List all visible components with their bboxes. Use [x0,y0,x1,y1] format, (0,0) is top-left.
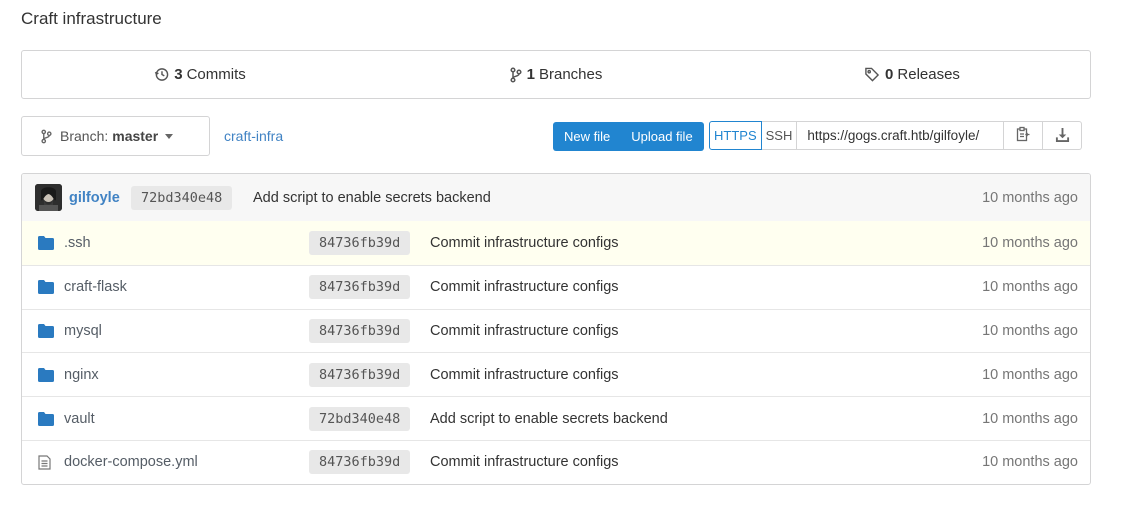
folder-icon [38,280,54,295]
releases-label: Releases [897,66,960,83]
copy-url-button[interactable] [1004,121,1044,150]
branch-selector[interactable]: Branch: master [21,116,210,156]
file-commit-sha-link[interactable]: 84736fb39d [309,318,411,343]
git-branch-icon [41,129,52,144]
commit-message[interactable]: Add script to enable secrets backend [253,190,491,206]
commits-link[interactable]: 3 Commits [22,51,378,98]
file-name-link[interactable]: .ssh [64,235,91,251]
git-branch-icon [510,66,522,83]
upload-file-button[interactable]: Upload file [620,122,703,151]
table-row: vault 72bd340e48 Add script to enable secr… [22,396,1090,440]
avatar[interactable] [35,184,62,211]
clone-url-input[interactable] [797,121,1005,150]
latest-commit-row: gilfoyle 72bd340e48 Add script to enable… [22,174,1090,221]
file-table: gilfoyle 72bd340e48 Add script to enable… [21,173,1091,485]
commits-label: Commits [186,66,246,83]
file-commit-age: 10 months ago [982,234,1078,251]
table-row: docker-compose.yml 84736fb39d Commit infra… [22,439,1090,484]
file-commit-age: 10 months ago [982,454,1078,471]
commit-age: 10 months ago [982,189,1078,206]
file-commit-sha-link[interactable]: 84736fb39d [309,450,411,475]
table-row: mysql 84736fb39d Commit infrastructure con… [22,308,1090,353]
path-breadcrumb[interactable]: craft-infra [224,128,283,144]
download-button[interactable] [1043,121,1083,150]
file-name-link[interactable]: vault [64,411,95,427]
file-commit-message[interactable]: Commit infrastructure configs [430,235,619,251]
releases-count: 0 [885,66,894,83]
file-name-link[interactable]: craft-flask [64,279,127,295]
commit-sha-link[interactable]: 72bd340e48 [131,185,233,210]
table-row: .ssh 84736fb39d Commit infrastructure conf… [22,221,1090,265]
clipboard-icon [1016,126,1030,145]
branches-label: Branches [538,66,603,83]
file-name-link[interactable]: nginx [64,367,99,383]
table-row: nginx 84736fb39d Commit infrastructure con… [22,352,1090,396]
folder-icon [38,367,54,382]
commit-author-link[interactable]: gilfoyle [69,190,120,206]
file-text-icon [38,455,51,470]
caret-down-icon [165,133,174,139]
file-actions-group: New file Upload file [553,122,704,151]
download-icon [1055,127,1070,145]
branch-prefix: Branch: [60,128,109,144]
releases-link[interactable]: 0 Releases [734,51,1090,98]
file-commit-sha-link[interactable]: 84736fb39d [309,275,411,300]
file-commit-age: 10 months ago [982,410,1078,427]
file-commit-sha-link[interactable]: 84736fb39d [309,362,411,387]
repo-description: Craft infrastructure [21,9,162,28]
commits-count: 3 [174,66,183,83]
folder-icon [38,235,54,250]
table-row: craft-flask 84736fb39d Commit infrastructu… [22,264,1090,309]
folder-icon [38,411,54,426]
file-commit-message[interactable]: Commit infrastructure configs [430,279,619,295]
branches-link[interactable]: 1 Branches [378,51,734,98]
tag-icon [864,67,880,82]
branch-name: master [112,128,159,144]
file-commit-message[interactable]: Commit infrastructure configs [430,323,619,339]
file-commit-age: 10 months ago [982,279,1078,296]
file-name-link[interactable]: docker-compose.yml [64,454,198,470]
file-name-link[interactable]: mysql [64,323,102,339]
clone-panel: HTTPS SSH [709,121,1083,150]
file-commit-sha-link[interactable]: 72bd340e48 [309,406,411,431]
folder-icon [38,323,54,338]
file-commit-message[interactable]: Commit infrastructure configs [430,454,619,470]
file-commit-message[interactable]: Commit infrastructure configs [430,367,619,383]
file-commit-age: 10 months ago [982,322,1078,339]
branches-count: 1 [526,66,535,83]
new-file-button[interactable]: New file [553,122,620,151]
repo-stats-bar: 3 Commits 1 Branches 0 Releases [21,50,1091,99]
file-commit-age: 10 months ago [982,366,1078,383]
file-commit-message[interactable]: Add script to enable secrets backend [430,411,668,427]
file-commit-sha-link[interactable]: 84736fb39d [309,230,411,255]
history-icon [154,67,169,82]
clone-ssh-button[interactable]: SSH [761,121,798,150]
clone-https-button[interactable]: HTTPS [709,121,762,150]
